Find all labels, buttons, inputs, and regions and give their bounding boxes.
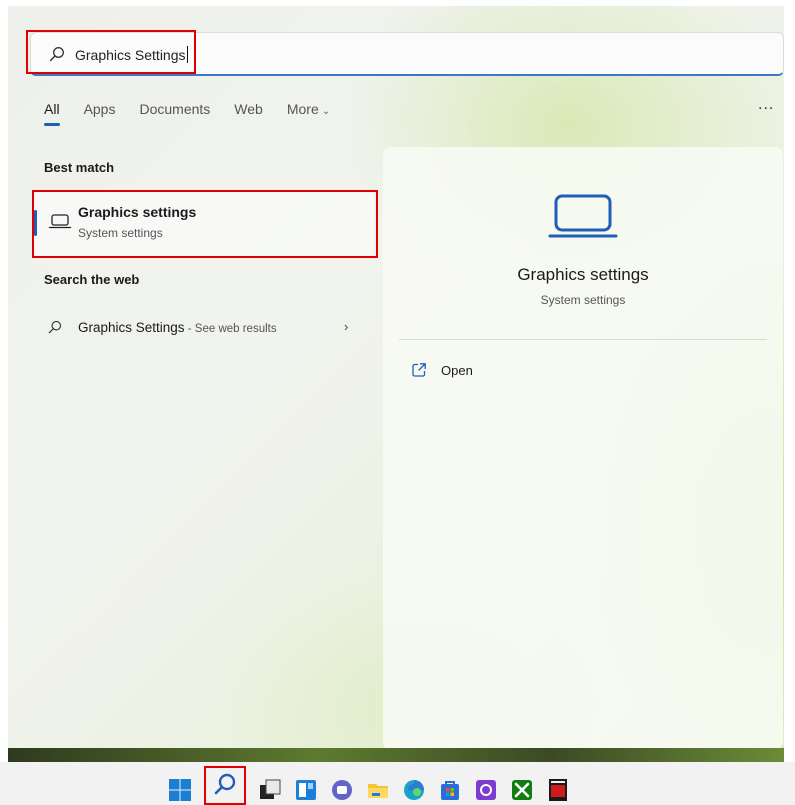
- web-result-label: Graphics Settings - See web results: [78, 320, 277, 335]
- start-search-panel: Graphics Settings All Apps Documents Web…: [8, 6, 784, 762]
- web-result-query: Graphics Settings: [78, 320, 185, 335]
- tab-documents[interactable]: Documents: [139, 101, 210, 117]
- taskbar-search-highlight-box: [204, 766, 246, 805]
- search-filter-tabs: All Apps Documents Web More ⌄: [44, 101, 354, 126]
- tab-all[interactable]: All: [44, 101, 60, 126]
- widgets-icon[interactable]: [294, 778, 318, 802]
- best-match-highlight-box: [32, 190, 378, 258]
- open-action-label: Open: [441, 363, 473, 378]
- laptop-icon: [548, 194, 618, 238]
- detail-subtitle: System settings: [540, 293, 626, 307]
- result-detail-pane: Graphics settings System settings Open: [383, 147, 783, 750]
- more-options-button[interactable]: ...: [758, 96, 774, 114]
- chevron-down-icon: ⌄: [321, 106, 331, 117]
- open-external-icon: [412, 363, 426, 377]
- chevron-right-icon: ›: [344, 319, 349, 334]
- search-highlight-box: [26, 30, 196, 74]
- detail-title: Graphics settings: [517, 265, 649, 284]
- web-result-hint: - See web results: [184, 323, 277, 335]
- web-search-result[interactable]: Graphics Settings - See web results ›: [34, 312, 364, 342]
- file-explorer-icon[interactable]: [366, 778, 390, 802]
- open-action[interactable]: Open: [411, 359, 611, 383]
- detail-divider: [399, 339, 767, 340]
- tab-web[interactable]: Web: [234, 101, 263, 117]
- task-view-icon[interactable]: [258, 778, 282, 802]
- teams-chat-icon[interactable]: [330, 778, 354, 802]
- tab-apps[interactable]: Apps: [84, 101, 116, 117]
- tab-more-label: More: [286, 101, 319, 117]
- purple-app-icon[interactable]: [474, 778, 498, 802]
- taskbar: [0, 762, 795, 805]
- tab-more[interactable]: More ⌄: [287, 101, 330, 117]
- search-icon: [48, 320, 62, 334]
- xbox-icon[interactable]: [510, 778, 534, 802]
- red-app-icon[interactable]: [546, 778, 570, 802]
- microsoft-store-icon[interactable]: [438, 778, 462, 802]
- search-the-web-heading: Search the web: [44, 272, 140, 287]
- best-match-heading: Best match: [44, 160, 115, 175]
- edge-browser-icon[interactable]: [402, 778, 426, 802]
- windows-start-icon[interactable]: [168, 778, 192, 802]
